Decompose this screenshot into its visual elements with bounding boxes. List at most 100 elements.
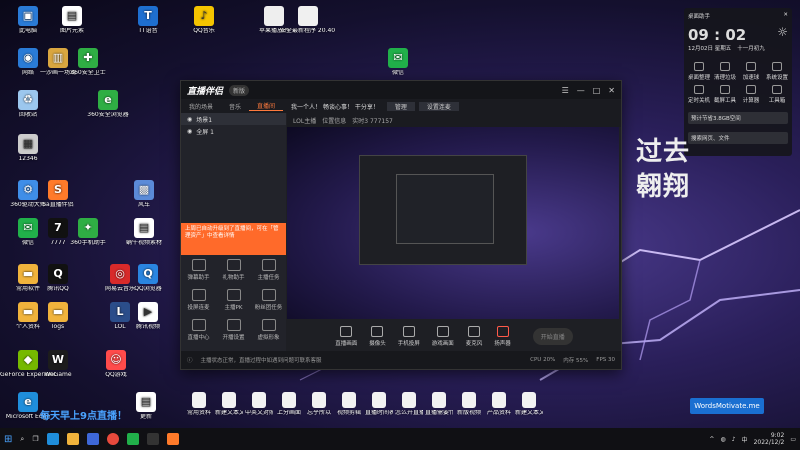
desktop-file[interactable]: 怎么开直播	[395, 392, 423, 417]
category-label[interactable]: LOL主播	[293, 116, 316, 125]
shortcut-clean[interactable]: 清理垃圾	[714, 62, 736, 81]
desktop-file[interactable]: 直播需要什么	[425, 392, 453, 417]
widget-notice[interactable]: 预计节省3.8GB空间	[688, 112, 788, 124]
stream-preview[interactable]	[287, 127, 619, 319]
shortcut-screenshot[interactable]: 截屏工具	[714, 85, 736, 104]
desktop-icon[interactable]: ▶ 腾讯视频	[120, 302, 176, 331]
desktop-file[interactable]: 直播时间表	[365, 392, 393, 417]
tool-cast[interactable]: 投屏连麦	[181, 289, 216, 311]
manage-button[interactable]: 管理	[386, 101, 415, 111]
desktop-icon[interactable]: ✦ 360手机助手	[60, 218, 116, 247]
tab-live-room[interactable]: 直播间	[249, 101, 284, 111]
desktop-file[interactable]: 产品资料	[486, 392, 512, 417]
source-game[interactable]: 游戏画面	[432, 325, 454, 347]
tool-center[interactable]: 直播中心	[181, 319, 216, 341]
chrome-icon[interactable]	[106, 433, 119, 445]
network-icon[interactable]: ◍	[720, 436, 725, 443]
search-icon[interactable]: ⌕	[20, 435, 24, 444]
shortcut-toolbox[interactable]: 工具箱	[766, 85, 788, 104]
desktop-icon[interactable]: ▩ 风车	[116, 180, 172, 209]
chevron-up-icon[interactable]: ^	[709, 436, 714, 443]
desktop-icon[interactable]: ✚ 360安全卫士	[60, 48, 116, 77]
scene-item[interactable]: ◉ 全屏 1	[181, 125, 286, 137]
close-icon[interactable]: ✕	[783, 12, 788, 20]
desktop-icon[interactable]: W WeGame	[30, 350, 86, 379]
start-live-button[interactable]: 开始直播	[532, 327, 573, 345]
desktop-file[interactable]: 安全最新程序 20.40 1.1.11	[278, 6, 338, 35]
tool-task[interactable]: 主播任务	[251, 259, 286, 281]
app-icon: S	[48, 180, 68, 200]
desktop-icon[interactable]: ▦ 12346	[0, 134, 56, 163]
document-icon	[432, 392, 446, 408]
close-icon[interactable]: ✕	[608, 86, 615, 95]
tab-music[interactable]: 音乐	[221, 102, 249, 111]
tool-settings[interactable]: 开播设置	[216, 319, 251, 341]
desktop-icon[interactable]: Q 腾讯QQ	[30, 264, 86, 293]
tool-pk[interactable]: 主播PK	[216, 289, 251, 311]
tool-avatar[interactable]: 虚拟形象	[251, 319, 286, 341]
widget-search-input[interactable]: 搜索网页、文件	[688, 132, 788, 144]
tool-label: 投屏连麦	[187, 305, 210, 311]
wechat-icon[interactable]	[126, 433, 139, 445]
desktop-icon[interactable]: Q QQ浏览器	[120, 264, 176, 293]
desktop-file[interactable]: 新版视频	[456, 392, 482, 417]
desktop-file[interactable]: 新建文本文档	[215, 392, 243, 417]
desktop-file[interactable]: 常用资料	[186, 392, 212, 417]
location-label[interactable]: 位置信息	[322, 116, 346, 125]
desktop-icon[interactable]: ♪ QQ音乐	[176, 6, 232, 35]
shortcut-calculator[interactable]: 计算器	[740, 85, 762, 104]
shortcut-shutdown[interactable]: 定时关机	[688, 85, 710, 104]
link-mic-button[interactable]: 设置连麦	[418, 101, 459, 111]
version-badge[interactable]: 新版	[229, 84, 250, 96]
shortcut-speed[interactable]: 加速球	[740, 62, 762, 81]
store-icon[interactable]	[86, 433, 99, 445]
speaker-toggle[interactable]: 扬声器	[494, 325, 511, 347]
windows-start-icon[interactable]: ⊞	[4, 434, 12, 445]
shortcut-settings[interactable]: 系统设置	[766, 62, 788, 81]
qq-icon[interactable]	[146, 433, 159, 445]
desktop-icon[interactable]: e 360安全浏览器	[80, 90, 136, 119]
tab-scenes[interactable]: 我的场景	[181, 102, 221, 111]
minimize-icon[interactable]: —	[577, 86, 585, 95]
tool-gift[interactable]: 礼物助手	[216, 259, 251, 281]
volume-icon[interactable]: ♪	[732, 436, 736, 443]
maximize-icon[interactable]: □	[593, 86, 601, 95]
words-motivate-badge[interactable]: WordsMotivate.me	[690, 398, 764, 414]
desktop-file[interactable]: 忘乎所以	[306, 392, 332, 417]
stream-title[interactable]: 我一个人！ 畅谈心事！ 干分享！	[283, 102, 387, 111]
desktop-icon[interactable]: T TT语音	[120, 6, 176, 35]
upgrade-notice[interactable]: 上周已自动升级到了直播间，可在「管理资产」中查看详情	[181, 223, 286, 255]
tool-fans[interactable]: 粉丝团任务	[251, 289, 286, 311]
shortcut-desk-organize[interactable]: 桌面整理	[688, 62, 710, 81]
input-language[interactable]: 中	[742, 435, 748, 444]
tool-danmaku[interactable]: 弹幕助手	[181, 259, 216, 281]
source-screen[interactable]: 直播画面	[335, 325, 357, 347]
eye-icon[interactable]: ◉	[187, 128, 192, 135]
desktop-file[interactable]: 上分画面	[276, 392, 302, 417]
file-explorer-icon[interactable]	[66, 433, 79, 445]
desktop-icon-label: WeGame	[44, 372, 72, 378]
widget-clock-row: 09 : 02 ☼	[688, 20, 788, 44]
desktop-icon[interactable]: ♻ 回收站	[0, 90, 56, 119]
notification-icon[interactable]: ▭	[790, 436, 796, 443]
desktop-icon[interactable]: ☺ QQ游戏	[88, 350, 144, 379]
source-phone[interactable]: 手机投屏	[398, 325, 420, 347]
edge-icon[interactable]	[46, 433, 59, 445]
eye-icon[interactable]: ◉	[187, 116, 192, 123]
live-companion-taskbar-icon[interactable]	[166, 433, 179, 445]
task-view-icon[interactable]: ❐	[32, 435, 38, 443]
menu-icon[interactable]: ☰	[562, 86, 569, 95]
desktop-icon[interactable]: ▬ logs	[30, 302, 86, 331]
microphone-toggle[interactable]: 麦克风	[466, 325, 482, 347]
desktop-file[interactable]: 视频剪辑	[336, 392, 362, 417]
document-icon	[342, 392, 356, 408]
desktop-icon[interactable]: ▤ 图片元素	[44, 6, 100, 35]
desktop-file[interactable]: 中英文对照表	[245, 392, 273, 417]
scene-item[interactable]: ◉ 场景1	[181, 113, 286, 125]
desktop-file[interactable]: 新建文本文档	[515, 392, 543, 417]
desktop-icon[interactable]: ▤ 蜗牛视频素材	[116, 218, 172, 247]
desktop-icon[interactable]: S Sa直播伴侣	[30, 180, 86, 209]
system-clock[interactable]: 9:02 2022/12/2	[754, 432, 785, 446]
desktop-icon[interactable]: ✉ 微信	[370, 48, 426, 77]
source-camera[interactable]: 摄像头	[369, 325, 386, 347]
